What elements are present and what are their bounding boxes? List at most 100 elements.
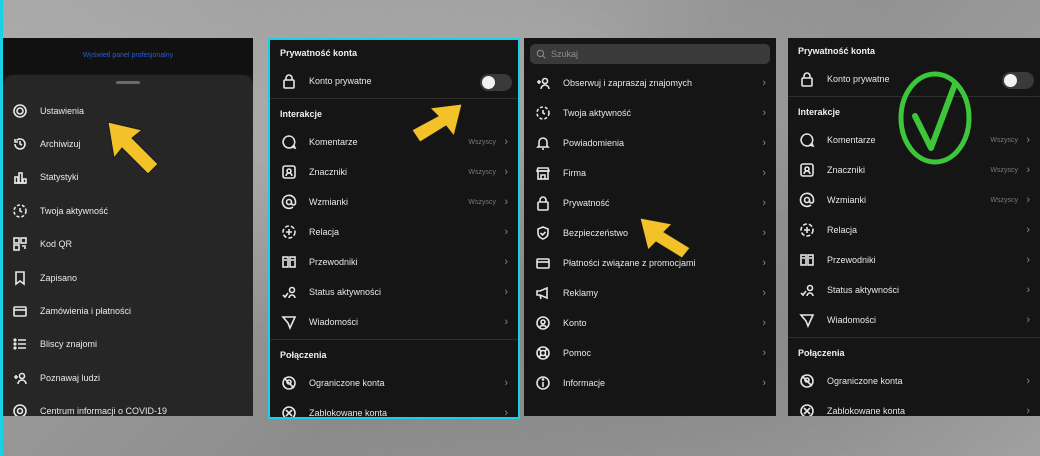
bookmark-icon — [11, 269, 29, 287]
profile-menu-panel: Wyświetl panel profesjonalny Ustawienia A… — [3, 38, 253, 416]
privacy-item-guide[interactable]: Przewodniki › — [788, 245, 1040, 275]
story-icon — [280, 223, 298, 241]
search-input[interactable]: Szukaj — [530, 44, 770, 64]
settings-item-info[interactable]: Informacje › — [524, 368, 776, 398]
chevron-right-icon: › — [1026, 134, 1030, 146]
privacy-item-story[interactable]: Relacja › — [270, 217, 518, 247]
restricted-icon — [798, 372, 816, 390]
private-account-toggle[interactable] — [1002, 72, 1034, 89]
add-person-icon — [11, 369, 29, 387]
lock-icon — [534, 194, 552, 212]
privacy-item-tag[interactable]: Znaczniki Wszyscy › — [270, 157, 518, 187]
chevron-right-icon: › — [504, 316, 508, 328]
connection-item-label: Zablokowane konta — [309, 408, 388, 418]
chevron-right-icon: › — [762, 107, 766, 119]
chevron-right-icon: › — [1026, 164, 1030, 176]
card-icon — [11, 302, 29, 320]
shop-icon — [534, 164, 552, 182]
megaphone-icon — [534, 284, 552, 302]
menu-item-activity[interactable]: Twoja aktywność — [3, 194, 253, 227]
arrow-pointer-icon — [411, 103, 463, 143]
menu-item-qr[interactable]: Kod QR — [3, 228, 253, 261]
privacy-item-mention[interactable]: Wzmianki Wszyscy › — [270, 187, 518, 217]
chevron-right-icon: › — [504, 286, 508, 298]
settings-item-activity[interactable]: Twoja aktywność › — [524, 98, 776, 128]
privacy-item-label: Relacja — [827, 225, 858, 235]
connection-item-label: Ograniczone konta — [309, 378, 385, 388]
chevron-right-icon: › — [504, 226, 508, 238]
privacy-item-label: Relacja — [309, 227, 340, 237]
chevron-right-icon: › — [762, 227, 766, 239]
status-icon — [798, 281, 816, 299]
chevron-right-icon: › — [762, 137, 766, 149]
menu-item-bookmark[interactable]: Zapisano — [3, 261, 253, 294]
privacy-item-label: Wzmianki — [827, 195, 867, 205]
settings-item-megaphone[interactable]: Reklamy › — [524, 278, 776, 308]
card-icon — [534, 254, 552, 272]
settings-item-bell[interactable]: Powiadomienia › — [524, 128, 776, 158]
privacy-item-messages[interactable]: Wiadomości › — [788, 305, 1040, 335]
privacy-item-status[interactable]: Status aktywności › — [270, 277, 518, 307]
chevron-right-icon: › — [504, 136, 508, 148]
privacy-item-label: Status aktywności — [309, 287, 382, 297]
info-icon — [534, 374, 552, 392]
menu-item-label: Zapisano — [40, 272, 78, 283]
chevron-right-icon: › — [762, 317, 766, 329]
settings-item-label: Prywatność — [563, 198, 610, 208]
privacy-item-label: Status aktywności — [827, 285, 900, 295]
privacy-item-comment[interactable]: Komentarze Wszyscy › — [270, 127, 518, 157]
blocked-icon — [280, 404, 298, 417]
connections-list: Ograniczone konta › Zablokowane konta › — [270, 368, 518, 418]
connections-list: Ograniczone konta › Zablokowane konta › — [788, 366, 1040, 416]
settings-item-label: Informacje — [563, 378, 606, 388]
privacy-item-story[interactable]: Relacja › — [788, 215, 1040, 245]
sheet-grabber[interactable] — [116, 81, 140, 84]
search-icon — [536, 49, 546, 59]
chevron-right-icon: › — [504, 256, 508, 268]
chevron-right-icon: › — [1026, 375, 1030, 387]
account-icon — [534, 314, 552, 332]
menu-item-card[interactable]: Zamówienia i płatności — [3, 294, 253, 327]
private-account-toggle[interactable] — [480, 74, 512, 91]
settings-item-shop[interactable]: Firma › — [524, 158, 776, 188]
blocked-icon — [798, 402, 816, 416]
menu-item-label: Statystyki — [40, 172, 79, 183]
privacy-item-label: Wzmianki — [309, 197, 349, 207]
privacy-settings-panel: Prywatność konta Konto prywatne Interakc… — [268, 38, 520, 419]
professional-dashboard-link[interactable]: Wyświetl panel profesjonalny — [3, 38, 253, 74]
qr-icon — [11, 235, 29, 253]
messages-icon — [280, 313, 298, 331]
story-icon — [798, 221, 816, 239]
connection-item-restricted[interactable]: Ograniczone konta › — [270, 368, 518, 398]
settings-item-label: Bezpieczeństwo — [563, 228, 629, 238]
chevron-right-icon: › — [762, 167, 766, 179]
connection-item-blocked[interactable]: Zablokowane konta › — [270, 398, 518, 418]
privacy-item-status[interactable]: Status aktywności › — [788, 275, 1040, 305]
privacy-item-value: Wszyscy — [990, 136, 1018, 144]
privacy-item-guide[interactable]: Przewodniki › — [270, 247, 518, 277]
guide-icon — [798, 251, 816, 269]
tag-icon — [280, 163, 298, 181]
mention-icon — [798, 191, 816, 209]
status-icon — [280, 283, 298, 301]
menu-item-add-person[interactable]: Poznawaj ludzi — [3, 361, 253, 394]
guide-icon — [280, 253, 298, 271]
settings-item-help[interactable]: Pomoc › — [524, 338, 776, 368]
menu-item-list[interactable]: Bliscy znajomi — [3, 328, 253, 361]
menu-item-covid[interactable]: Centrum informacji o COVID-19 — [3, 395, 253, 416]
activity-icon — [534, 104, 552, 122]
settings-item-account[interactable]: Konto › — [524, 308, 776, 338]
privacy-item-label: Wiadomości — [827, 315, 877, 325]
connection-item-blocked[interactable]: Zablokowane konta › — [788, 396, 1040, 416]
privacy-item-mention[interactable]: Wzmianki Wszyscy › — [788, 185, 1040, 215]
help-icon — [534, 344, 552, 362]
privacy-item-label: Wiadomości — [309, 317, 359, 327]
settings-item-follow[interactable]: Obserwuj i zapraszaj znajomych › — [524, 68, 776, 98]
toggle-knob — [1004, 74, 1017, 87]
connection-item-restricted[interactable]: Ograniczone konta › — [788, 366, 1040, 396]
menu-item-label: Archiwizuj — [40, 139, 81, 150]
privacy-item-messages[interactable]: Wiadomości › — [270, 307, 518, 337]
private-account-row[interactable]: Konto prywatne — [270, 66, 518, 96]
arrow-pointer-icon — [107, 121, 159, 175]
restricted-icon — [280, 374, 298, 392]
